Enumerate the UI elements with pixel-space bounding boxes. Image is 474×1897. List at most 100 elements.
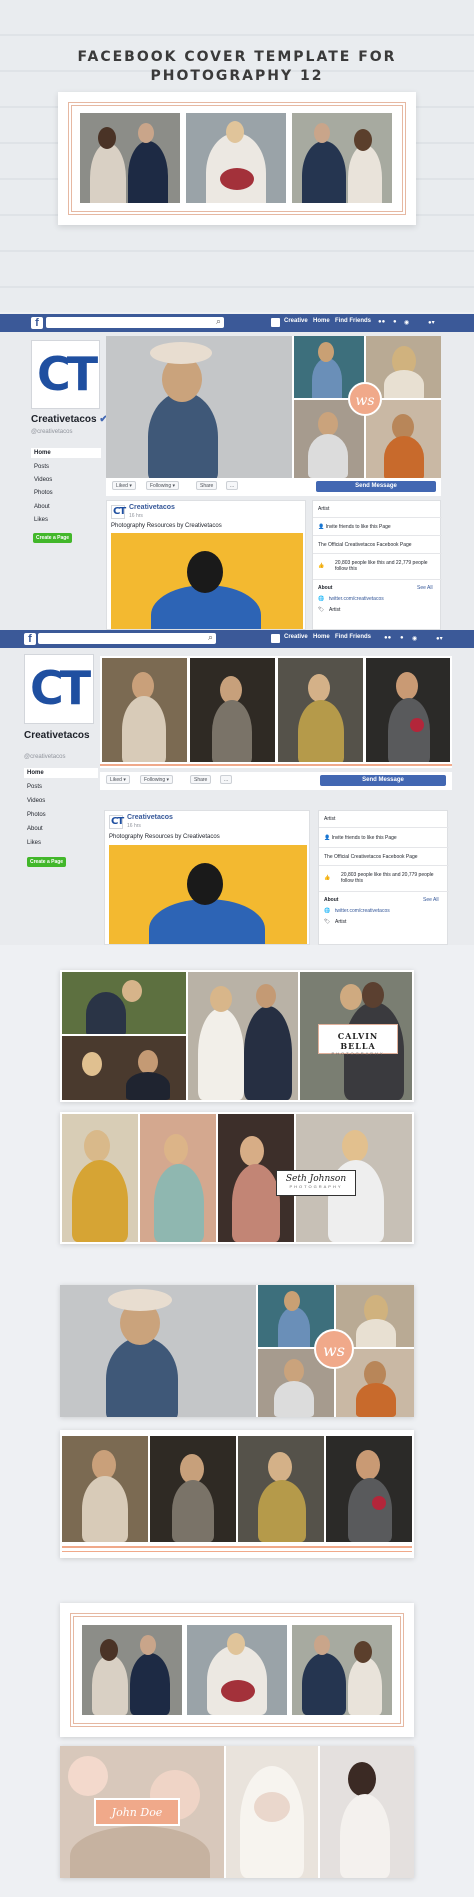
post-author[interactable]: Creativetacos	[127, 814, 173, 821]
sidebar-item-photos[interactable]: Photos	[27, 812, 46, 818]
template-monogram-collage: ws	[60, 1285, 414, 1417]
facebook-topbar: f ⌕ Creative Home Find Friends ●● ● ◉ ●▾	[0, 314, 474, 332]
about-heading: About	[324, 897, 339, 903]
post-time: 16 hrs	[127, 823, 141, 829]
liked-label: Liked	[110, 777, 122, 783]
following-button[interactable]: Following ▾	[140, 775, 174, 784]
artist-category-text: Artist	[329, 607, 341, 613]
sidebar-item-about[interactable]: About	[34, 504, 50, 510]
page-name: Creativetacos	[24, 730, 90, 741]
sidebar-item-home[interactable]: Home	[31, 448, 101, 458]
photo-woman-2	[190, 658, 275, 762]
sidebar-item-videos[interactable]: Videos	[34, 477, 52, 483]
photo-bride-bouquet	[186, 113, 286, 203]
john-doe-label: John Doe	[94, 1798, 180, 1826]
liked-button[interactable]: Liked ▾	[106, 775, 130, 784]
twitter-link[interactable]: twitter.com/creativetacos	[335, 908, 390, 914]
post-image[interactable]	[111, 533, 303, 629]
sidebar-item-posts[interactable]: Posts	[27, 784, 42, 790]
notifications-icon[interactable]: ◉	[404, 319, 409, 326]
menu-chevron-icon[interactable]: ●▾	[428, 319, 435, 326]
profile-avatar-icon[interactable]	[271, 634, 280, 643]
page-actions-bar: Liked ▾ Following ▾ Share ... Send Messa…	[106, 478, 441, 496]
post-author[interactable]: Creativetacos	[129, 504, 175, 511]
more-options-button[interactable]: ...	[226, 481, 239, 490]
accent-stripe-thin	[62, 1551, 412, 1552]
page-profile-picture[interactable]: CT	[31, 340, 100, 409]
calvin-bella-sub: PHOTOGRAPHY	[331, 1051, 385, 1056]
search-icon[interactable]: ⌕	[216, 316, 221, 327]
liked-button[interactable]: Liked ▾	[112, 481, 136, 490]
messages-icon[interactable]: ●	[393, 319, 397, 325]
invite-friends-text[interactable]: 👤 Invite friends to like this Page	[324, 835, 397, 841]
nav-home[interactable]: Home	[313, 634, 330, 640]
photo-woman-hat	[106, 336, 292, 478]
notifications-icon[interactable]: ◉	[412, 635, 417, 642]
share-button[interactable]: Share	[190, 775, 212, 784]
template-john-doe: John Doe	[60, 1746, 414, 1878]
sidebar-item-photos[interactable]: Photos	[34, 490, 53, 496]
cover-photo[interactable]: ws	[106, 336, 441, 478]
menu-chevron-icon[interactable]: ●▾	[436, 635, 443, 642]
search-input[interactable]: ⌕	[46, 316, 224, 328]
post-avatar[interactable]: CT	[111, 505, 126, 519]
page-post: CT Creativetacos 16 hrs Photography Reso…	[104, 810, 310, 945]
facebook-logo-icon[interactable]: f	[31, 317, 43, 329]
share-button[interactable]: Share	[196, 481, 218, 490]
create-page-button[interactable]: Create a Page	[33, 533, 73, 543]
search-input[interactable]: ⌕	[38, 632, 216, 644]
facebook-topbar: f ⌕ Creative Home Find Friends ●● ● ◉ ●▾	[0, 630, 474, 648]
post-text: Photography Resources by Creativetacos	[109, 834, 220, 840]
sidebar-item-videos[interactable]: Videos	[27, 798, 45, 804]
nav-profile-name[interactable]: Creative	[284, 318, 308, 324]
sidebar-item-likes[interactable]: Likes	[27, 840, 41, 846]
share-label: Share	[200, 483, 214, 489]
sidebar-item-home[interactable]: Home	[24, 768, 98, 778]
invite-friends-text[interactable]: 👤 Invite friends to like this Page	[318, 524, 391, 530]
more-options-button[interactable]: ...	[220, 775, 233, 784]
messages-icon[interactable]: ●	[400, 635, 404, 641]
profile-avatar-icon[interactable]	[271, 318, 280, 327]
sidebar-item-posts[interactable]: Posts	[34, 464, 49, 470]
nav-find-friends[interactable]: Find Friends	[335, 634, 371, 640]
calvin-bella-label: CALVIN BELLA PHOTOGRAPHY	[318, 1024, 398, 1056]
liked-label: Liked	[116, 483, 128, 489]
photo-woman-3	[238, 1436, 324, 1542]
john-doe-name: John Doe	[111, 1806, 163, 1819]
nav-profile-name[interactable]: Creative	[284, 634, 308, 640]
post-avatar-logo: CT	[113, 506, 126, 517]
hero-title-line1: FACEBOOK COVER TEMPLATE FOR	[77, 49, 397, 65]
see-all-link[interactable]: See All	[417, 585, 433, 591]
cover-photo[interactable]	[100, 656, 452, 768]
friends-icon[interactable]: ●●	[378, 319, 385, 325]
post-image[interactable]	[109, 845, 307, 944]
nav-home[interactable]: Home	[313, 318, 330, 324]
page-actions-bar: Liked ▾ Following ▾ Share ... Send Messa…	[100, 772, 452, 790]
following-button[interactable]: Following ▾	[146, 481, 180, 490]
right-info-panel: Artist 👤 Invite friends to like this Pag…	[312, 500, 442, 630]
photo-woman-hat	[60, 1285, 256, 1417]
template-calvin-bella: CALVIN BELLA PHOTOGRAPHY	[60, 970, 414, 1102]
send-message-button[interactable]: Send Message	[316, 481, 436, 492]
seth-johnson-label: Seth Johnson PHOTOGRAPHY	[276, 1170, 356, 1196]
page-profile-picture[interactable]: CT	[24, 654, 94, 724]
create-page-button[interactable]: Create a Page	[27, 857, 67, 867]
facebook-logo-icon[interactable]: f	[24, 633, 36, 645]
search-icon[interactable]: ⌕	[208, 632, 213, 643]
invite-label: Invite friends to like this Page	[325, 524, 391, 530]
twitter-link[interactable]: twitter.com/creativetacos	[329, 596, 384, 602]
send-message-button[interactable]: Send Message	[320, 775, 446, 786]
hero-title: FACEBOOK COVER TEMPLATE FOR PHOTOGRAPHY …	[0, 48, 474, 86]
facebook-mockup-1: f ⌕ Creative Home Find Friends ●● ● ◉ ●▾…	[0, 314, 474, 630]
photo-woman-drink	[140, 1114, 216, 1242]
post-avatar[interactable]: CT	[109, 815, 124, 829]
hero-template-preview	[58, 92, 416, 225]
sidebar-item-about[interactable]: About	[27, 826, 43, 832]
photo-bride-bouquet	[187, 1625, 287, 1715]
sidebar-item-likes[interactable]: Likes	[34, 517, 48, 523]
seth-johnson-sub: PHOTOGRAPHY	[289, 1184, 343, 1189]
friends-icon[interactable]: ●●	[384, 635, 391, 641]
see-all-link[interactable]: See All	[423, 897, 439, 903]
template-four-portraits	[60, 1430, 414, 1558]
nav-find-friends[interactable]: Find Friends	[335, 318, 371, 324]
